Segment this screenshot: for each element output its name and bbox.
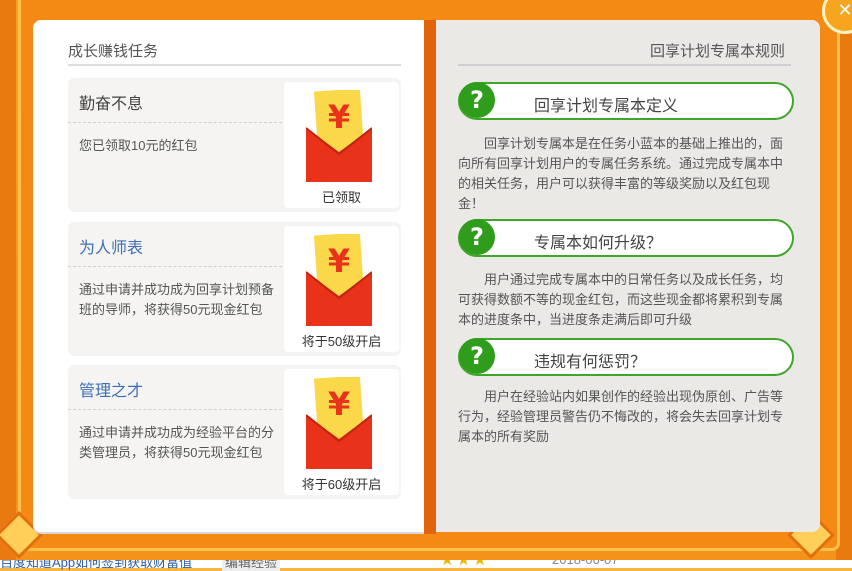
task-name-link[interactable]: 为人师表 — [79, 234, 143, 258]
section-heading-text: 回享计划专属本定义 — [534, 98, 679, 115]
reward-box: ¥ 将于50级开启 — [284, 226, 399, 352]
task-name: 勤奋不息 — [79, 96, 144, 113]
svg-text:¥: ¥ — [328, 242, 350, 280]
svg-text:¥: ¥ — [328, 385, 350, 423]
divider — [68, 266, 282, 267]
svg-text:¥: ¥ — [328, 98, 350, 136]
task-description: 通过申请并成功成为回享计划预备班的导师，将获得50元现金红包 — [79, 282, 275, 317]
section-body: 用户通过完成专属本中的日常任务以及成长任务，均可获得数额不等的现金红包，而这些现… — [458, 272, 784, 327]
frame-left-strip — [0, 0, 16, 560]
divider — [458, 64, 791, 66]
question-icon: ? — [459, 219, 495, 255]
task-description: 您已领取10元的红包 — [79, 138, 198, 153]
red-envelope-icon: ¥ — [306, 90, 372, 182]
task-card: 勤奋不息 您已领取10元的红包 ¥ 已领取 — [68, 78, 401, 212]
question-icon: ? — [459, 82, 495, 118]
reward-box: ¥ 将于60级开启 — [284, 369, 399, 495]
section-heading: ? 回享计划专属本定义 — [458, 82, 794, 120]
reward-status: 已领取 — [321, 190, 361, 205]
book-spine — [424, 20, 436, 534]
red-envelope-icon: ¥ — [306, 234, 372, 326]
reward-status: 将于50级开启 — [301, 334, 382, 349]
reward-status: 将于60级开启 — [301, 477, 382, 492]
task-card: 为人师表 通过申请并成功成为回享计划预备班的导师，将获得50元现金红包 ¥ 将于… — [68, 222, 401, 356]
section-heading-text: 违规有何惩罚？ — [534, 354, 647, 371]
task-description: 通过申请并成功成为经验平台的分类管理员，将获得50元现金红包 — [79, 425, 275, 460]
section-body: 用户在经验站内如果创作的经验出现伪原创、广告等行为，经验管理员警告仍不悔改的，将… — [458, 389, 784, 444]
section-body: 回享计划专属本是在任务小蓝本的基础上推出的，面向所有回享计划用户的专属任务系统。… — [458, 136, 784, 211]
close-icon: ✕ — [837, 0, 852, 20]
task-card: 管理之才 通过申请并成功成为经验平台的分类管理员，将获得50元现金红包 ¥ 将于… — [68, 365, 401, 499]
divider — [68, 122, 282, 123]
task-name-link[interactable]: 管理之才 — [79, 377, 143, 401]
left-page-title: 成长赚钱任务 — [68, 43, 159, 60]
divider — [68, 409, 282, 410]
section-heading: ? 违规有何惩罚？ — [458, 338, 794, 376]
right-page-title: 回享计划专属本规则 — [650, 43, 786, 60]
section-heading-text: 专属本如何升级？ — [534, 235, 663, 252]
question-icon: ? — [459, 338, 495, 374]
section-heading: ? 专属本如何升级？ — [458, 219, 794, 257]
divider — [68, 64, 401, 66]
reward-box: ¥ 已领取 — [284, 82, 399, 208]
red-envelope-icon: ¥ — [306, 377, 372, 469]
